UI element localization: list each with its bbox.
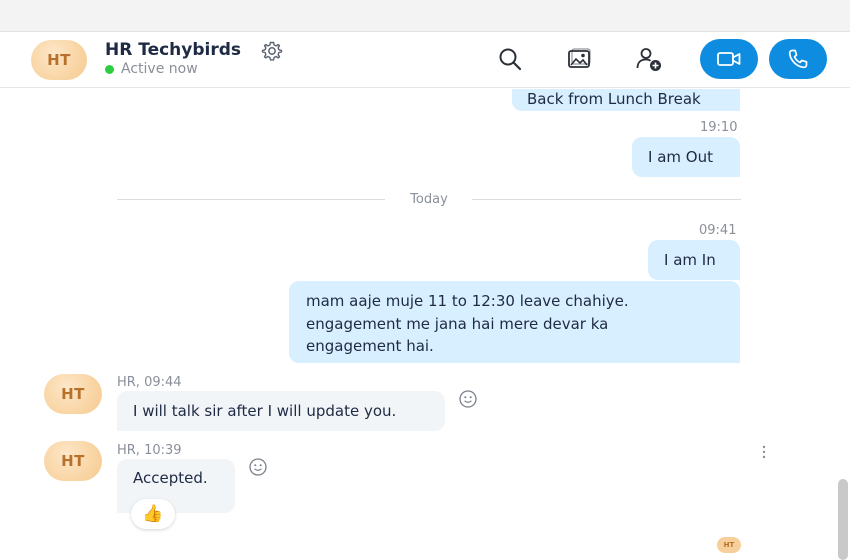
contact-name[interactable]: HR Techybirds [105, 40, 241, 60]
add-reaction-icon[interactable] [458, 389, 478, 409]
sender-avatar[interactable]: HT [44, 374, 102, 414]
message-text-line: mam aaje muje 11 to 12:30 leave chahiye. [306, 292, 629, 310]
search-icon[interactable] [495, 44, 525, 74]
chat-scrollbar[interactable] [838, 479, 848, 560]
phone-icon [788, 49, 808, 69]
message-text-line: engagement hai. [306, 337, 434, 355]
presence-status: Active now [105, 61, 198, 77]
outgoing-message[interactable]: mam aaje muje 11 to 12:30 leave chahiye.… [289, 281, 740, 363]
message-text: Accepted. [133, 469, 208, 487]
message-text: Back from Lunch Break [527, 90, 701, 108]
message-text: I am Out [648, 148, 713, 166]
message-list[interactable]: Back from Lunch Break 19:10 I am Out Tod… [0, 89, 850, 560]
gallery-icon[interactable] [564, 44, 594, 74]
thumbs-up-reaction[interactable]: 👍 [131, 499, 175, 529]
incoming-message[interactable]: I will talk sir after I will update you. [117, 391, 445, 431]
audio-call-button[interactable] [769, 39, 827, 79]
date-divider-label: Today [410, 192, 448, 207]
video-call-button[interactable] [700, 39, 758, 79]
message-text: I am In [664, 251, 716, 269]
outgoing-message[interactable]: Back from Lunch Break [512, 89, 740, 111]
message-text: I will talk sir after I will update you. [133, 402, 397, 420]
sender-avatar[interactable]: HT [44, 441, 102, 481]
status-text: Active now [121, 61, 198, 77]
read-receipt-avatar: HT [717, 537, 741, 553]
gear-icon[interactable] [260, 39, 284, 63]
date-divider-line [472, 199, 741, 200]
message-text-line: engagement me jana hai mere devar ka [306, 314, 609, 333]
window-top-strip [0, 0, 850, 32]
date-divider-line [117, 199, 385, 200]
chat-header: HT HR Techybirds Active now [0, 32, 850, 88]
message-timestamp: 19:10 [700, 120, 738, 135]
outgoing-message[interactable]: I am In [648, 240, 740, 280]
online-dot [105, 64, 114, 74]
contact-avatar[interactable]: HT [31, 40, 87, 80]
add-participant-icon[interactable] [634, 44, 664, 74]
outgoing-message[interactable]: I am Out [632, 137, 740, 177]
message-timestamp: 09:41 [699, 223, 737, 238]
add-reaction-icon[interactable] [248, 457, 268, 477]
message-meta: HR, 10:39 [117, 443, 182, 458]
thumbs-up-icon: 👍 [142, 504, 164, 524]
video-camera-icon [717, 52, 741, 66]
more-options-icon[interactable] [760, 445, 768, 459]
message-meta: HR, 09:44 [117, 375, 182, 390]
